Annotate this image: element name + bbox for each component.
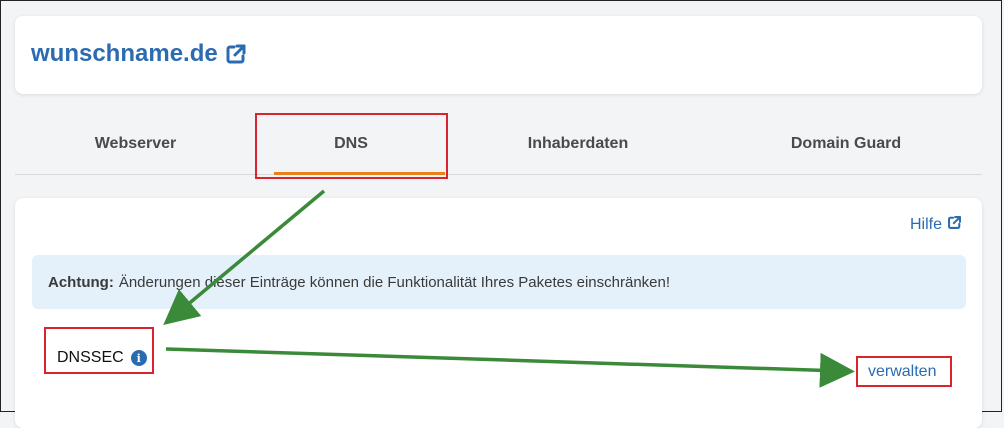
dnssec-highlight: [44, 327, 154, 374]
screenshot-frame: wunschname.de Webserver DNS Inhaberdaten…: [0, 0, 1002, 428]
help-label: Hilfe: [909, 216, 942, 233]
help-link[interactable]: Hilfe: [910, 215, 962, 235]
alert-prefix: Achtung:: [48, 273, 114, 291]
manage-link-highlight: [856, 356, 952, 387]
tab-webserver[interactable]: Webserver: [15, 114, 256, 174]
dns-content-card: Hilfe Achtung: Änderungen dieser Einträg…: [15, 198, 982, 428]
alert-text: Änderungen dieser Einträge können die Fu…: [118, 273, 671, 291]
external-link-icon: [947, 215, 962, 235]
domain-title-link[interactable]: wunschname.de: [31, 40, 247, 68]
tab-divider: [15, 174, 982, 175]
dns-tab-highlight: [255, 113, 448, 179]
external-link-icon: [225, 43, 247, 65]
tab-inhaberdaten[interactable]: Inhaberdaten: [446, 114, 710, 174]
tab-label: Inhaberdaten: [527, 135, 629, 152]
tab-bar: Webserver DNS Inhaberdaten Domain Guard: [15, 114, 982, 175]
tab-label: Domain Guard: [790, 135, 902, 152]
tab-domain-guard[interactable]: Domain Guard: [710, 114, 982, 174]
tab-label: Webserver: [94, 135, 177, 152]
warning-alert: Achtung: Änderungen dieser Einträge könn…: [32, 255, 966, 309]
domain-header-card: wunschname.de: [15, 16, 982, 94]
domain-title: wunschname.de: [31, 40, 218, 67]
